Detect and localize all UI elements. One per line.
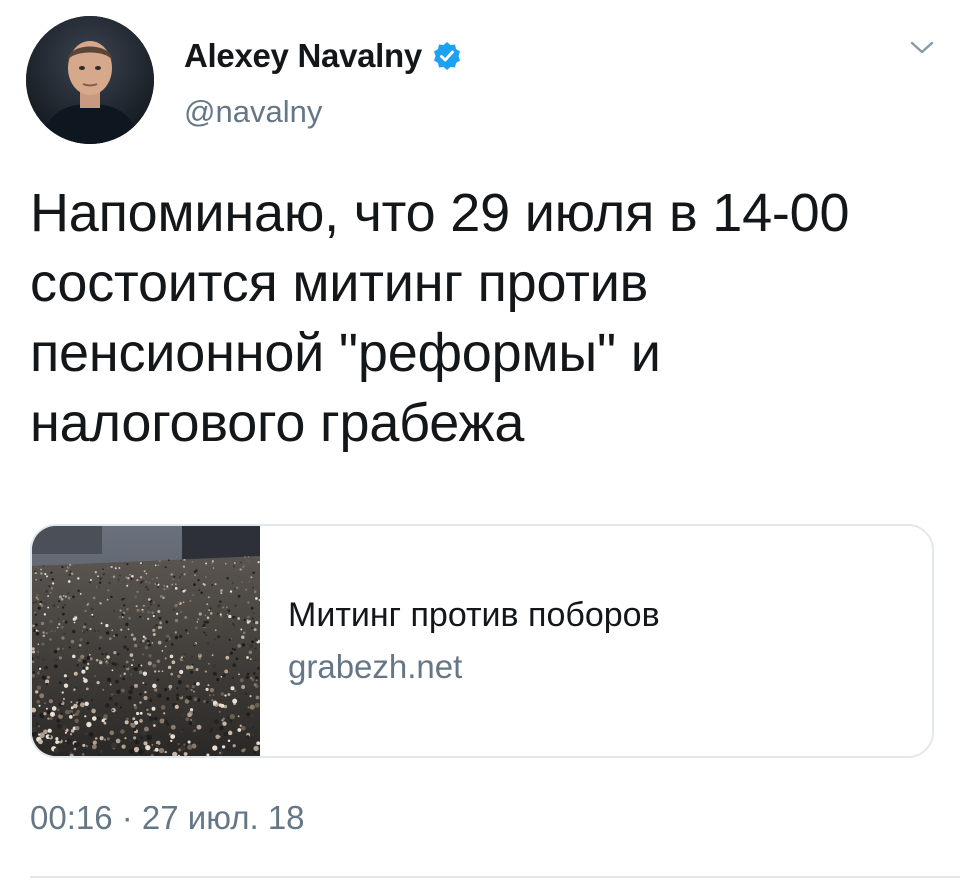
link-card-domain: grabezh.net (288, 648, 463, 685)
link-card-title: Митинг против поборов (288, 596, 660, 634)
link-card-body: Митинг против поборов grabezh.net (260, 526, 660, 756)
avatar[interactable] (26, 16, 154, 144)
tweet-timestamp[interactable]: 00:16 · 27 июл. 18 (30, 796, 305, 840)
display-name[interactable]: Alexey Navalny (184, 34, 422, 78)
author-name-row[interactable]: Alexey Navalny (184, 34, 462, 78)
chevron-down-icon[interactable] (908, 38, 936, 58)
crowd-photo (32, 526, 260, 756)
tweet-text: Напоминаю, что 29 июля в 14-00 состоится… (30, 183, 850, 453)
divider (30, 876, 960, 878)
link-card[interactable]: Митинг против поборов grabezh.net (30, 524, 934, 758)
avatar-photo (26, 16, 154, 144)
verified-badge-icon (432, 41, 462, 71)
user-handle[interactable]: @navalny (184, 92, 322, 132)
